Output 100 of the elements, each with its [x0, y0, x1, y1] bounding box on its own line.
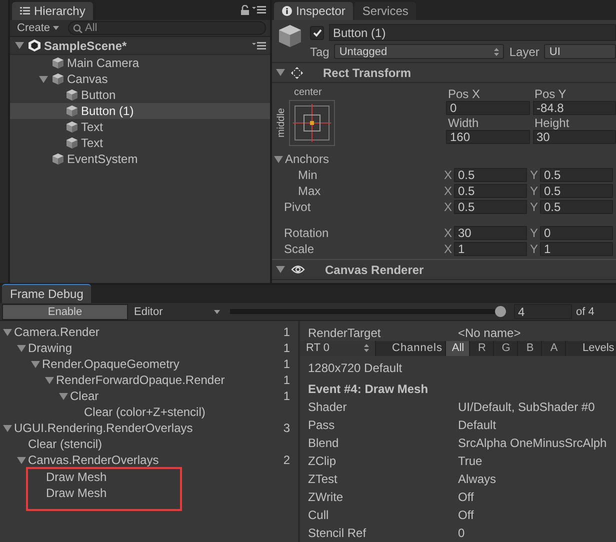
- event-item[interactable]: Clear (color+Z+stencil): [0, 404, 298, 420]
- enable-button[interactable]: Enable: [2, 304, 128, 320]
- slider-thumb[interactable]: [495, 306, 506, 317]
- property-value: Off: [458, 508, 474, 522]
- name-field[interactable]: Button (1): [329, 24, 616, 41]
- anchor-preset-icon[interactable]: [289, 100, 335, 146]
- number-field[interactable]: 0.5: [454, 168, 527, 182]
- move-arrows-icon: [291, 66, 303, 78]
- event-label: RenderForwardOpaque.Render: [56, 373, 226, 387]
- event-item[interactable]: Clear (stencil): [0, 436, 298, 452]
- expand-arrow-icon[interactable]: [45, 376, 54, 384]
- hierarchy-item[interactable]: Canvas: [10, 71, 270, 87]
- number-field[interactable]: 30: [532, 130, 616, 144]
- expand-arrow-icon[interactable]: [17, 456, 26, 464]
- number-field[interactable]: 0: [446, 101, 530, 115]
- event-count: 3: [283, 421, 290, 435]
- expand-arrow-icon[interactable]: [274, 156, 283, 162]
- event-item[interactable]: UGUI.Rendering.RenderOverlays 3: [0, 420, 298, 436]
- hierarchy-item[interactable]: Text: [10, 135, 270, 151]
- frame-debug-tab[interactable]: Frame Debug: [2, 284, 92, 303]
- item-label: Canvas: [67, 72, 108, 86]
- render-target-dropdown[interactable]: RT 0: [300, 340, 376, 356]
- number-field[interactable]: 0: [540, 226, 613, 240]
- updown-arrows-icon: [494, 48, 500, 56]
- event-item[interactable]: Clear 1: [0, 388, 298, 404]
- tag-dropdown[interactable]: Untagged: [334, 44, 504, 59]
- number-field[interactable]: 0.5: [454, 200, 527, 214]
- expand-arrow-icon[interactable]: [59, 392, 68, 400]
- property-label: Stencil Ref: [308, 526, 368, 540]
- caret-icon: [214, 310, 220, 314]
- event-item[interactable]: Canvas.RenderOverlays 2: [0, 452, 298, 468]
- event-label: Render.OpaqueGeometry: [42, 357, 180, 371]
- item-label: Main Camera: [67, 56, 140, 70]
- number-field[interactable]: 30: [454, 226, 527, 240]
- expand-arrow-icon[interactable]: [39, 76, 48, 82]
- axis-label: Y: [530, 168, 538, 182]
- search-icon: [73, 24, 84, 32]
- list-icon: [20, 7, 30, 15]
- panel-tab[interactable]: Inspector: [274, 2, 354, 20]
- panel-tab[interactable]: Services: [354, 2, 416, 20]
- hierarchy-tab[interactable]: Hierarchy: [12, 2, 94, 20]
- property-value: Off: [458, 490, 474, 504]
- event-count: 1: [283, 325, 290, 339]
- number-field[interactable]: 160: [446, 130, 530, 144]
- field-label: Rotation: [284, 226, 330, 240]
- hierarchy-item[interactable]: Button (1): [10, 103, 270, 119]
- event-label: Canvas.RenderOverlays: [28, 453, 160, 467]
- event-label: Draw Mesh: [46, 486, 108, 500]
- expand-arrow-icon[interactable]: [3, 328, 12, 336]
- event-label: Drawing: [28, 341, 74, 355]
- event-item[interactable]: Camera.Render 1: [0, 324, 298, 340]
- property-value: UI/Default, SubShader #0: [458, 400, 595, 414]
- field-label: Min: [298, 168, 318, 182]
- event-slider[interactable]: [230, 306, 506, 317]
- menu-icon[interactable]: [252, 42, 266, 50]
- hierarchy-item[interactable]: Button: [10, 87, 270, 103]
- event-item[interactable]: Render.OpaqueGeometry 1: [0, 356, 298, 372]
- resolution-text: 1280x720 Default: [308, 360, 402, 375]
- number-field[interactable]: 0.5: [540, 200, 613, 214]
- event-count: 1: [283, 373, 290, 387]
- expand-arrow-icon[interactable]: [15, 42, 24, 49]
- axis-label: X: [444, 168, 452, 182]
- search-field[interactable]: All: [68, 21, 266, 35]
- hierarchy-item[interactable]: Main Camera: [10, 55, 270, 71]
- item-label: EventSystem: [67, 152, 138, 166]
- field-label: Pivot: [284, 200, 312, 214]
- hierarchy-item[interactable]: EventSystem: [10, 151, 270, 167]
- expand-arrow-icon[interactable]: [3, 424, 12, 432]
- field-label: Scale: [284, 242, 316, 256]
- menu-icon[interactable]: [252, 6, 266, 14]
- event-item[interactable]: RenderForwardOpaque.Render 1: [0, 372, 298, 388]
- expand-arrow-icon[interactable]: [31, 360, 40, 368]
- property-label: ZTest: [308, 472, 338, 486]
- event-label: Draw Mesh: [46, 470, 108, 484]
- channel-toggle[interactable]: All: [445, 340, 470, 356]
- expand-arrow-icon[interactable]: [276, 266, 285, 273]
- layer-dropdown[interactable]: UI: [544, 44, 616, 59]
- item-label: Text: [81, 136, 104, 150]
- event-field[interactable]: 4: [514, 304, 572, 319]
- field-label: Pos X: [447, 87, 482, 100]
- number-field[interactable]: 1: [454, 242, 527, 256]
- number-field[interactable]: 0.5: [454, 184, 527, 198]
- cube-icon: [66, 121, 78, 133]
- number-field[interactable]: -84.8: [532, 101, 616, 115]
- event-item[interactable]: Draw Mesh: [32, 469, 180, 485]
- number-field[interactable]: 1: [540, 242, 613, 256]
- active-checkbox[interactable]: [310, 26, 324, 40]
- property-label: RenderTarget: [308, 326, 382, 340]
- cube-icon: [52, 73, 64, 85]
- number-field[interactable]: 0.5: [540, 184, 613, 198]
- hierarchy-item[interactable]: Text: [10, 119, 270, 135]
- lock-icon[interactable]: [241, 5, 249, 15]
- event-item[interactable]: Drawing 1: [0, 340, 298, 356]
- event-item[interactable]: Draw Mesh: [32, 485, 180, 501]
- expand-arrow-icon[interactable]: [17, 344, 26, 352]
- number-field[interactable]: 0.5: [540, 168, 613, 182]
- create-dropdown[interactable]: Create: [14, 22, 62, 34]
- axis-label: Y: [530, 184, 538, 198]
- expand-arrow-icon[interactable]: [276, 69, 285, 76]
- axis-label: Y: [530, 242, 538, 256]
